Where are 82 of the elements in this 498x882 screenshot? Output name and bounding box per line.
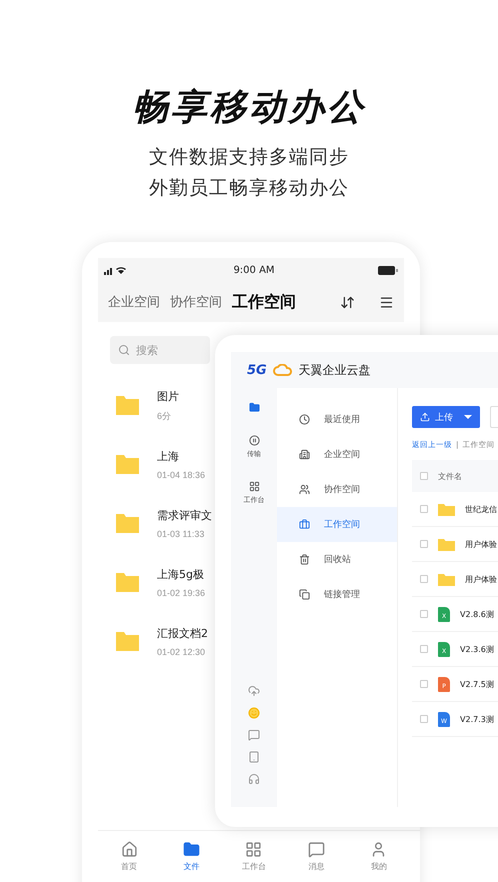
space-tab[interactable]: 企业空间 — [108, 293, 160, 311]
transfer-icon — [248, 435, 260, 446]
menu-item[interactable]: 回收站 — [277, 542, 397, 577]
menu-item[interactable]: 工作空间 — [277, 507, 397, 542]
headline: 畅享移动办公 — [132, 86, 366, 130]
checkbox[interactable] — [420, 610, 428, 618]
grid-icon — [245, 841, 262, 858]
file-name[interactable]: 上海 — [157, 449, 206, 464]
space-tab[interactable]: 工作空间 — [232, 292, 296, 312]
file-name[interactable]: 图片 — [157, 388, 179, 404]
file-time: 6分 — [157, 410, 172, 422]
folder-icon — [438, 538, 455, 550]
message-icon — [308, 841, 325, 858]
tablet-icon[interactable] — [248, 751, 260, 763]
folder-icon — [116, 396, 139, 415]
file-name[interactable]: 世纪龙信 — [465, 504, 497, 514]
search-icon — [118, 344, 130, 356]
folder-icon — [116, 514, 139, 533]
subtitle: 文件数据支持多端同步 — [149, 145, 349, 170]
headset-icon[interactable] — [248, 773, 260, 785]
checkbox[interactable] — [420, 575, 428, 583]
menu-item[interactable]: 最近使用 — [277, 402, 397, 437]
file-time: 01-03 11:33 — [157, 529, 206, 539]
file-name[interactable]: V2.3.6测 — [460, 644, 494, 654]
file-name[interactable]: 用户体验 — [465, 574, 497, 584]
app-title: 天翼企业云盘 — [298, 362, 371, 378]
status-time: 9:00 AM — [233, 264, 275, 276]
file-name[interactable]: 汇报文档2 — [157, 626, 208, 641]
sort-icon[interactable] — [340, 294, 355, 310]
file-time: 01-02 12:30 — [157, 647, 206, 657]
briefcase-icon — [299, 519, 310, 530]
folder-icon — [183, 841, 200, 858]
folder-icon — [438, 502, 455, 516]
upload-icon — [420, 412, 430, 422]
menu-item[interactable]: 协作空间 — [277, 472, 397, 507]
column-header: 文件名 — [438, 470, 462, 482]
nav-tab[interactable]: 我的 — [354, 831, 404, 882]
people-icon — [299, 484, 310, 495]
folder-icon — [116, 455, 139, 474]
file-name[interactable]: 上海5g极 — [157, 567, 206, 582]
nav-tab[interactable]: 首页 — [104, 831, 154, 882]
emoji-icon[interactable] — [248, 707, 260, 719]
caret-icon — [464, 415, 472, 419]
file-time: 01-02 19:36 — [157, 588, 206, 598]
search-placeholder: 搜索 — [136, 342, 158, 358]
checkbox[interactable] — [420, 680, 428, 688]
nav-tab[interactable]: 工作台 — [228, 831, 279, 882]
cloud-icon[interactable] — [248, 685, 260, 697]
checkbox[interactable] — [420, 715, 428, 723]
checkbox[interactable] — [420, 540, 428, 548]
file-name[interactable]: V2.8.6测 — [460, 608, 494, 620]
cloud-logo-icon — [272, 364, 293, 376]
clock-icon — [299, 414, 310, 425]
trash-icon — [299, 554, 310, 565]
subtitle: 外勤员工畅享移动办公 — [149, 176, 349, 201]
network-label: 5G — [247, 362, 267, 378]
file-name[interactable]: V2.7.3测 — [460, 714, 494, 724]
folder-icon — [438, 572, 455, 586]
grid-icon — [248, 481, 260, 492]
space-tab[interactable]: 协作空间 — [170, 293, 222, 311]
message-icon[interactable] — [248, 729, 260, 741]
upload-button[interactable]: 上传 — [412, 406, 480, 428]
rail-item[interactable] — [248, 402, 260, 413]
copy-icon — [299, 589, 310, 600]
nav-tab[interactable]: 消息 — [291, 831, 342, 882]
file-name[interactable]: 用户体验 — [465, 538, 497, 550]
folder-icon — [248, 402, 260, 413]
file-time: 01-04 18:36 — [157, 470, 206, 480]
checkbox[interactable] — [420, 472, 428, 480]
file-name[interactable]: 需求评审文 — [157, 508, 212, 523]
building-icon — [299, 449, 310, 460]
folder-icon — [116, 573, 139, 592]
checkbox[interactable] — [420, 505, 428, 513]
nav-tab[interactable]: 文件 — [166, 831, 217, 882]
menu-item[interactable]: 链接管理 — [277, 577, 397, 612]
menu-icon[interactable] — [379, 294, 394, 310]
battery-icon — [378, 266, 398, 274]
folder-icon — [116, 632, 139, 651]
home-icon — [120, 841, 138, 858]
file-name[interactable]: V2.7.5测 — [460, 678, 494, 690]
checkbox[interactable] — [420, 645, 428, 653]
menu-item[interactable]: 企业空间 — [277, 437, 397, 472]
